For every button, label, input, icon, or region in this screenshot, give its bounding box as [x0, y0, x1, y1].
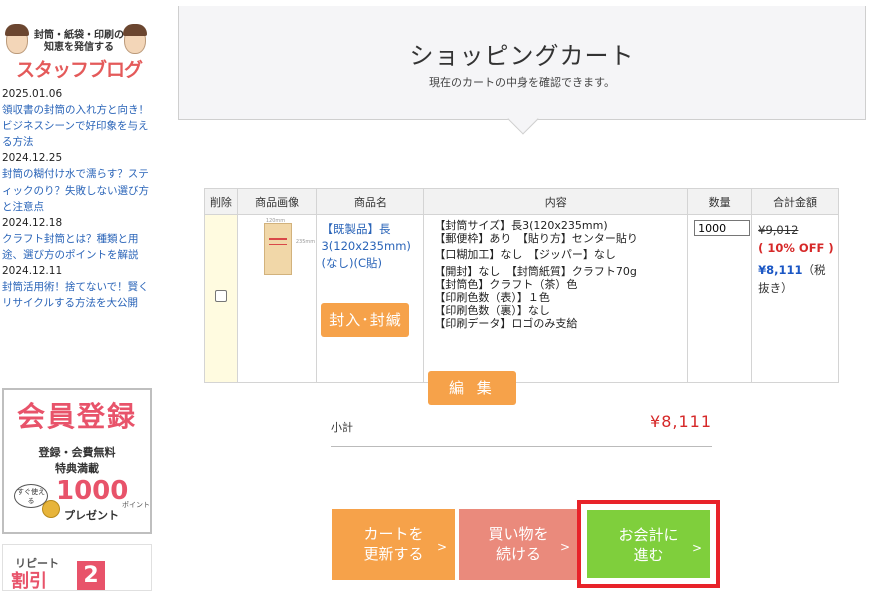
col-total: 合計金額 — [751, 188, 839, 215]
repeat-banner-line2: 割引 — [11, 571, 47, 591]
col-name: 商品名 — [316, 188, 425, 215]
col-delete: 削除 — [204, 188, 238, 215]
chevron-right-icon: > — [436, 540, 447, 554]
sidebar: 封筒・紙袋・印刷の知恵を発信する スタッフブログ 2025.01.06 領収書の… — [0, 0, 156, 591]
delete-cell — [204, 214, 238, 383]
member-banner-points-word: ポイント — [122, 501, 150, 509]
delete-checkbox[interactable] — [214, 290, 227, 302]
quantity-cell — [687, 214, 753, 383]
envelope-image — [263, 223, 292, 275]
news-list: 2025.01.06 領収書の封筒の入れ方と向き！ビジネスシーンで好印象を与える… — [2, 86, 154, 311]
discount-label: ( 10% OFF ) — [758, 241, 834, 255]
member-banner-present: プレゼント — [64, 509, 119, 522]
update-cart-button[interactable]: カートを 更新する > — [332, 509, 455, 580]
member-banner-line2: 特典満載 — [55, 462, 99, 475]
spec-line: 【郵便枠】あり 【貼り方】センター貼り — [434, 232, 638, 246]
staff-blog-banner[interactable]: 封筒・紙袋・印刷の知恵を発信する スタッフブログ — [2, 16, 152, 82]
edit-button[interactable]: 編 集 — [428, 371, 517, 405]
subtotal-divider — [331, 446, 712, 447]
cart-table-header: 削除 商品画像 商品名 内容 数量 合計金額 — [204, 188, 839, 215]
product-name-cell: 【既製品】長3(120x235mm)(なし)(C貼) 封入･封緘 — [316, 214, 425, 383]
seal-button[interactable]: 封入･封緘 — [321, 303, 410, 337]
chevron-right-icon: > — [559, 540, 570, 554]
product-spec-cell: 【封筒サイズ】長3(120x235mm) 【郵便枠】あり 【貼り方】センター貼り… — [423, 214, 689, 405]
product-image-cell: 120mm 235mm — [236, 214, 318, 383]
checkout-button[interactable]: お会計に 進む > — [587, 510, 710, 578]
col-image: 商品画像 — [236, 188, 318, 215]
spec-line: 【印刷色数（表）】１色 — [434, 291, 550, 305]
news-link[interactable]: クラフト封筒とは？種類と用途、選び方のポイントを解説 — [2, 231, 154, 263]
news-date: 2025.01.06 — [2, 88, 63, 100]
news-link[interactable]: 領収書の封筒の入れ方と向き！ビジネスシーンで好印象を与える方法 — [2, 102, 154, 150]
spec-line: 【口糊加工】なし 【ジッパー】なし — [434, 248, 616, 262]
subtotal-value: ¥8,111 — [650, 412, 712, 431]
subtotal-label: 小計 — [331, 421, 353, 434]
staff-face-icon — [5, 24, 29, 54]
blog-title: スタッフブログ — [15, 59, 143, 81]
member-banner-title: 会員登録 — [16, 400, 137, 433]
news-date: 2024.12.25 — [2, 152, 63, 165]
page-title: ショッピングカート — [409, 42, 635, 70]
news-link[interactable]: 封筒活用術！捨てないで！賢くリサイクルする方法を大公開 — [2, 279, 154, 311]
chevron-right-icon: > — [691, 541, 702, 555]
staff-face-icon — [123, 24, 147, 54]
repeat-banner-number: 2 — [77, 561, 105, 590]
blog-bubble-text: 封筒・紙袋・印刷の知恵を発信する — [34, 30, 124, 53]
product-name-link[interactable]: 【既製品】長3(120x235mm)(なし)(C貼) — [321, 221, 419, 272]
news-date: 2024.12.18 — [2, 216, 63, 229]
spec-line: 【封筒サイズ】長3(120x235mm) — [434, 219, 608, 232]
member-banner-line1: 登録・会費無料 — [38, 446, 116, 459]
original-price: ¥9,012 — [758, 223, 799, 237]
table-row: 120mm 235mm 【既製品】長3(120x235mm)(なし)(C貼) 封… — [204, 214, 839, 405]
spec-line: 【封筒色】クラフト（茶）色 — [434, 277, 578, 291]
total-price-cell: ¥9,012 ( 10% OFF ) ¥8,111（税抜き） — [751, 214, 839, 383]
repeat-discount-banner[interactable]: リピート 割引 2 — [2, 544, 152, 591]
spec-line: 【印刷色数（裏）】なし — [434, 304, 550, 318]
member-registration-banner[interactable]: 会員登録 登録・会費無料 特典満載 すぐ使える 1000 ポイント プレゼント — [2, 388, 152, 534]
page-subtitle: 現在のカートの中身を確認できます。 — [429, 76, 615, 89]
col-content: 内容 — [423, 188, 689, 215]
continue-shopping-button[interactable]: 買い物を 続ける > — [459, 509, 578, 580]
quantity-input[interactable] — [694, 220, 751, 236]
news-link[interactable]: 封筒の糊付け水で濡らす？スティックのり？失敗しない選び方と注意点 — [2, 166, 154, 214]
spec-line: 【開封】なし 【封筒紙質】クラフト70g — [434, 264, 637, 278]
news-date: 2024.12.11 — [2, 265, 63, 278]
final-price-block: ¥8,111（税抜き） — [758, 261, 834, 297]
image-dim-v: 235mm — [295, 239, 316, 245]
cart-table: 削除 商品画像 商品名 内容 数量 合計金額 120mm 235mm 【既製品】… — [204, 188, 839, 405]
member-banner-points: 1000 — [56, 476, 129, 506]
col-quantity: 数量 — [687, 188, 753, 215]
staff-faces-illustration: 封筒・紙袋・印刷の知恵を発信する — [4, 24, 150, 60]
final-price: ¥8,111 — [758, 263, 803, 277]
spec-line: 【印刷データ】ロゴのみ支給 — [434, 317, 578, 331]
